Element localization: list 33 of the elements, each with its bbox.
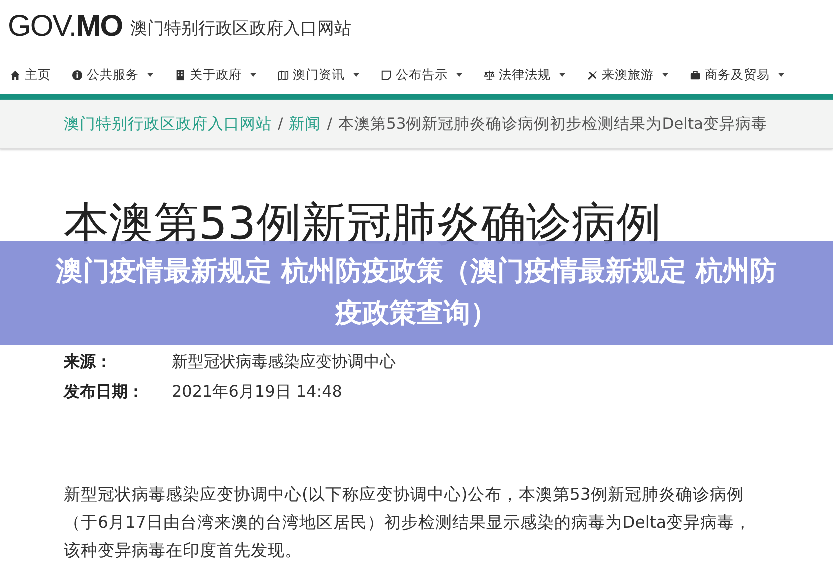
site-logo[interactable]: GOV.MO (8, 12, 123, 42)
breadcrumb-current: 本澳第53例新冠肺炎确诊病例初步检测结果为Delta变异病毒 (338, 114, 768, 134)
nav-menu-item[interactable]: 主页 (10, 63, 51, 87)
caret-icon (662, 73, 669, 77)
nav-menu-item[interactable]: 法律法规 (484, 63, 566, 87)
nav-menu-item[interactable]: 关于政府 (175, 63, 257, 87)
caret-icon (778, 73, 785, 77)
meta-label: 来源： (64, 352, 113, 372)
caret-icon (456, 73, 463, 77)
meta-value: 2021年6月19日 14:48 (172, 382, 342, 402)
nav-menu-item[interactable]: 公布告示 (381, 63, 463, 87)
banner-title: 澳门疫情最新规定 杭州防疫政策（澳门疫情最新规定 杭州防疫政策查询） (54, 255, 778, 331)
breadcrumb-separator: / (278, 115, 284, 133)
breadcrumb-separator: / (327, 115, 332, 133)
nav-menu-item[interactable]: 公共服务 (72, 63, 154, 87)
caret-icon (250, 73, 257, 77)
meta-label: 发布日期： (64, 382, 145, 402)
building-icon (175, 70, 186, 80)
meta-value: 新型冠状病毒感染应变协调中心 (172, 352, 396, 372)
article-title: 本澳第53例新冠肺炎确诊病例 (64, 196, 662, 252)
site-name: 澳门特别行政区政府入口网站 (130, 18, 352, 41)
article-paragraph: 新型冠状病毒感染应变协调中心(以下称应变协调中心)公布，本澳第53例新冠肺炎确诊病例（于6月17日由台湾来澳的台湾地区居民）初步检测结果显示感染的病毒为Delta变异病毒，该种变异病毒在印度首先发现。 (64, 484, 753, 562)
briefcase-icon (690, 70, 701, 80)
nav-menu-item[interactable]: 澳门资讯 (278, 63, 360, 87)
scale-icon (484, 70, 495, 80)
map-icon (278, 70, 289, 80)
info-icon (72, 70, 83, 80)
caret-icon (147, 73, 154, 77)
caret-icon (353, 73, 360, 77)
caret-icon (559, 73, 566, 77)
nav-menu-item[interactable]: 商务及贸易 (690, 63, 785, 87)
home-icon (10, 70, 21, 80)
nav-menu-item[interactable]: 来澳旅游 (587, 63, 669, 87)
